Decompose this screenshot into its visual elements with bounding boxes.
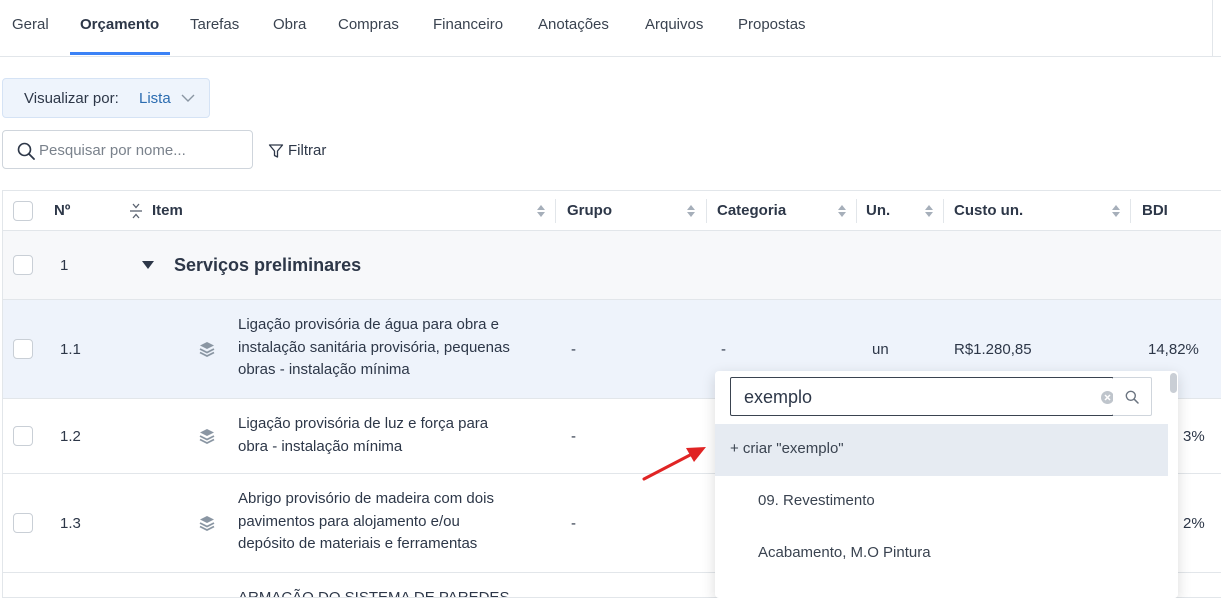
tab-geral[interactable]: Geral [12,16,49,33]
create-option[interactable]: + criar "exemplo" [715,424,1168,476]
item-description-line: obras - instalação mínima [238,361,410,378]
item-description-line: instalação sanitária provisória, pequena… [238,338,510,356]
item-grupo[interactable]: - [571,341,576,358]
tab-orcamento[interactable]: Orçamento [80,16,159,33]
header-grupo[interactable]: Grupo [567,202,612,219]
tab-propostas[interactable]: Propostas [738,16,806,33]
tab-bar-divider [1212,0,1213,56]
item-bdi: 3% [1183,428,1205,445]
view-mode-value: Lista [139,90,171,107]
item-description-line: Ligação provisória de luz e força para [238,415,489,432]
row-number: 1 [60,257,69,274]
dropdown-option[interactable]: 09. Revestimento [715,476,1168,528]
item-description-line: pavimentos para alojamento e/ou [238,512,460,530]
header-custo[interactable]: Custo un. [954,202,1023,219]
header-categoria[interactable]: Categoria [717,202,786,219]
category-dropdown: + criar "exemplo" 09. Revestimento Acaba… [715,371,1178,598]
view-mode-select[interactable]: Visualizar por: Lista [2,78,210,118]
tab-obra[interactable]: Obra [273,16,306,33]
filter-icon [268,144,284,158]
column-divider [555,199,556,223]
row-checkbox[interactable] [13,426,33,446]
sort-icon[interactable] [536,204,546,218]
layers-icon [199,429,215,444]
item-description: Ligação provisória de luz e força para o… [238,413,543,458]
search-icon [17,142,35,160]
dropdown-option[interactable]: Acabamento, M.O Pintura [715,528,1168,580]
item-bdi: 2% [1183,515,1205,532]
search-icon [1125,390,1139,404]
sort-icon[interactable] [924,204,934,218]
dropdown-scrollbar-thumb[interactable] [1170,373,1177,393]
annotation-arrow-icon [642,447,706,481]
layers-icon [199,516,215,531]
filter-label: Filtrar [288,142,327,159]
header-un[interactable]: Un. [866,202,890,219]
active-tab-indicator [70,52,170,55]
dropdown-search-button[interactable] [1113,377,1152,416]
sort-icon[interactable] [686,204,696,218]
item-description: ARMAÇÃO DO SISTEMA DE PAREDES [238,587,543,598]
layers-icon [199,342,215,357]
item-description-line: depósito de materiais e ferramentas [238,535,478,552]
dropdown-scrollbar[interactable] [1168,371,1178,598]
header-bdi[interactable]: BDI [1142,202,1168,219]
collapse-expand-icon[interactable] [129,203,143,219]
column-divider [943,199,944,223]
tab-compras[interactable]: Compras [338,16,399,33]
create-option-label: + criar "exemplo" [730,440,844,457]
caret-down-icon[interactable] [141,260,155,270]
dropdown-option-label: 09. Revestimento [758,492,875,509]
dropdown-search-input[interactable] [744,386,1074,408]
item-unit-cost: R$1.280,85 [954,341,1032,358]
tab-tarefas[interactable]: Tarefas [190,16,239,33]
row-checkbox[interactable] [13,255,33,275]
view-mode-label: Visualizar por: [24,90,119,107]
item-description-line: ARMAÇÃO DO SISTEMA DE PAREDES [238,589,510,598]
column-divider [706,199,707,223]
tab-financeiro[interactable]: Financeiro [433,16,503,33]
dropdown-option-label: Acabamento, M.O Pintura [758,544,931,561]
sort-icon[interactable] [1111,204,1121,218]
item-description-line: obra - instalação mínima [238,437,403,455]
item-unit: un [872,341,889,358]
row-number: 1.3 [60,515,81,532]
item-description-line: Abrigo provisório de madeira com dois [238,490,494,507]
item-description-line: Ligação provisória de água para obra e [238,316,500,333]
row-checkbox[interactable] [13,513,33,533]
item-categoria[interactable]: - [721,341,726,358]
search-box [2,130,253,169]
header-item[interactable]: Item [152,202,183,219]
chevron-down-icon [181,94,195,102]
row-number: 1.1 [60,341,81,358]
tab-bar: Geral Orçamento Tarefas Obra Compras Fin… [0,0,1221,57]
item-description: Abrigo provisório de madeira com dois pa… [238,488,543,556]
search-input[interactable] [39,139,244,161]
row-number: 1.2 [60,428,81,445]
sort-icon[interactable] [837,204,847,218]
item-grupo[interactable]: - [571,515,576,532]
item-bdi: 14,82% [1148,341,1199,358]
table-header: Nº Item Grupo Categoria Un. Custo un. BD… [3,191,1221,231]
dropdown-search-box [730,377,1114,416]
tab-arquivos[interactable]: Arquivos [645,16,703,33]
group-title: Serviços preliminares [174,255,362,275]
row-checkbox[interactable] [13,339,33,359]
header-num: Nº [54,202,71,219]
select-all-checkbox[interactable] [13,201,33,221]
table-group-row[interactable]: 1 Serviços preliminares [3,231,1221,300]
column-divider [1130,199,1131,223]
column-divider [856,199,857,223]
item-grupo[interactable]: - [571,428,576,445]
item-description: Ligação provisória de água para obra e i… [238,314,543,382]
tab-anotacoes[interactable]: Anotações [538,16,609,33]
